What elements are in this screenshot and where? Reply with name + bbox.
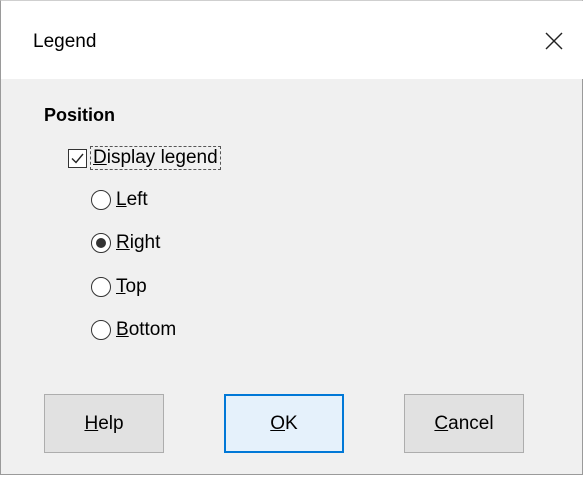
help-button[interactable]: Help — [44, 394, 164, 453]
radio-top[interactable] — [91, 277, 111, 297]
checkmark-icon — [71, 153, 84, 164]
radio-bottom-label: Bottom — [116, 319, 177, 340]
close-button[interactable] — [526, 15, 582, 67]
radio-right-label: Right — [116, 232, 161, 253]
radio-selected-dot — [96, 238, 106, 248]
cancel-button-label: Cancel — [434, 412, 494, 434]
radio-right[interactable] — [91, 233, 111, 253]
display-legend-label: Display legend — [90, 146, 221, 170]
help-button-label: Help — [84, 412, 124, 434]
radio-bottom[interactable] — [91, 320, 111, 340]
position-group-title: Position — [44, 105, 115, 125]
display-legend-checkbox-row[interactable]: Display legend — [68, 146, 221, 170]
radio-bottom-row[interactable]: Bottom — [91, 319, 176, 341]
radio-left-row[interactable]: Left — [91, 189, 148, 211]
dialog-title: Legend — [33, 31, 97, 52]
ok-button[interactable]: OK — [224, 394, 344, 453]
radio-top-label: Top — [116, 276, 147, 297]
radio-left-label: Left — [116, 189, 148, 210]
radio-top-row[interactable]: Top — [91, 276, 147, 298]
radio-right-row[interactable]: Right — [91, 232, 160, 254]
ok-button-label: OK — [270, 412, 298, 434]
title-bar: Legend — [1, 1, 584, 79]
cancel-button[interactable]: Cancel — [404, 394, 524, 453]
close-icon — [545, 32, 563, 50]
radio-left[interactable] — [91, 190, 111, 210]
display-legend-checkbox[interactable] — [68, 148, 87, 168]
legend-dialog: Legend Position Display legend Left Righ… — [0, 0, 584, 475]
